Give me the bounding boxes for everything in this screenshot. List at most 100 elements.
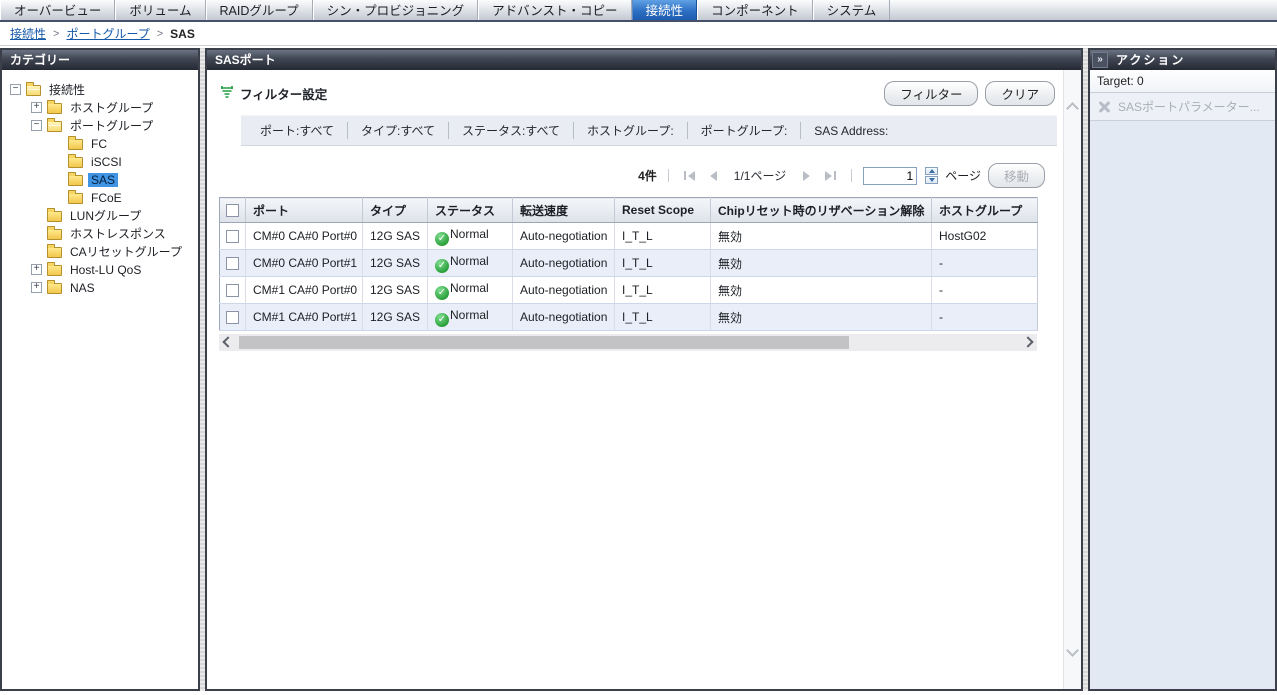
cell-speed: Auto-negotiation <box>513 277 615 304</box>
tab-system[interactable]: システム <box>813 0 891 20</box>
table-row[interactable]: CM#0 CA#0 Port#0 12G SAS Normal Auto-neg… <box>220 223 1038 250</box>
cell-status: Normal <box>428 223 513 250</box>
row-checkbox[interactable] <box>226 311 239 324</box>
spinner-up-icon[interactable] <box>925 167 938 175</box>
status-normal-icon <box>435 259 449 273</box>
next-page-button[interactable] <box>799 171 814 181</box>
column-header-host-group[interactable]: ホストグループ <box>932 198 1038 223</box>
tab-volume[interactable]: ボリューム <box>115 0 205 20</box>
scroll-right-icon[interactable] <box>1022 336 1033 347</box>
breadcrumb-port-group[interactable]: ポートグループ <box>66 25 149 42</box>
tab-thin-provisioning[interactable]: シン・プロビジョニング <box>313 0 479 20</box>
category-panel: カテゴリー 接続性 ホストグループ ポートグループ <box>0 48 200 691</box>
tree-item-fcoe[interactable]: FCoE <box>2 189 194 206</box>
collapse-minus-icon[interactable] <box>10 84 21 95</box>
tree-item-sas[interactable]: SAS <box>2 171 194 188</box>
spinner-down-icon[interactable] <box>925 176 938 184</box>
cell-chip-reset: 無効 <box>711 277 932 304</box>
table-header-row: ポート タイプ ステータス 転送速度 Reset Scope Chipリセット時… <box>220 198 1038 223</box>
tree-item-fc[interactable]: FC <box>2 135 194 152</box>
tab-raid-group[interactable]: RAIDグループ <box>206 0 313 20</box>
select-all-checkbox[interactable] <box>226 204 239 217</box>
column-header-chip-reset[interactable]: Chipリセット時のリザベーション解除 <box>711 198 932 223</box>
tree-item-lun-group[interactable]: LUNグループ <box>2 207 194 224</box>
scroll-up-icon[interactable] <box>1066 102 1079 115</box>
tree-item-port-group[interactable]: ポートグループ <box>2 117 194 134</box>
horizontal-scrollbar-thumb[interactable] <box>239 336 849 349</box>
tree-item-label: FC <box>88 137 110 151</box>
vertical-scrollbar[interactable] <box>1063 70 1081 689</box>
wrench-icon <box>1097 100 1111 114</box>
closed-folder-icon <box>68 175 83 186</box>
table-row[interactable]: CM#1 CA#0 Port#1 12G SAS Normal Auto-neg… <box>220 304 1038 331</box>
cell-type: 12G SAS <box>363 223 428 250</box>
tree-item-label: 接続性 <box>46 81 88 98</box>
collapse-minus-icon[interactable] <box>31 120 42 131</box>
pagination-bar: 4件 1/1ページ ページ 移動 <box>219 163 1045 188</box>
eternus-web-gui: オーバービュー ボリューム RAIDグループ シン・プロビジョニング アドバンス… <box>0 0 1277 695</box>
table-row[interactable]: CM#0 CA#0 Port#1 12G SAS Normal Auto-neg… <box>220 250 1038 277</box>
cell-port: CM#0 CA#0 Port#0 <box>246 223 363 250</box>
last-page-button[interactable] <box>821 171 840 181</box>
closed-folder-icon <box>47 211 62 222</box>
main-nav-tabbar: オーバービュー ボリューム RAIDグループ シン・プロビジョニング アドバンス… <box>0 0 1277 22</box>
category-panel-title: カテゴリー <box>2 50 198 70</box>
page-number-input[interactable] <box>863 167 917 185</box>
tree-item-host-response[interactable]: ホストレスポンス <box>2 225 194 242</box>
collapse-panel-button[interactable]: » <box>1092 52 1108 68</box>
tree-item-nas[interactable]: NAS <box>2 279 194 296</box>
cell-type: 12G SAS <box>363 250 428 277</box>
first-page-button[interactable] <box>680 171 699 181</box>
clear-button[interactable]: クリア <box>985 81 1055 106</box>
expand-plus-icon[interactable] <box>31 282 42 293</box>
tree-item-connectivity[interactable]: 接続性 <box>2 81 194 98</box>
column-header-speed[interactable]: 転送速度 <box>513 198 615 223</box>
cell-chip-reset: 無効 <box>711 250 932 277</box>
expand-plus-icon[interactable] <box>31 264 42 275</box>
tree-item-host-lu-qos[interactable]: Host-LU QoS <box>2 261 194 278</box>
tree-item-ca-reset-group[interactable]: CAリセットグループ <box>2 243 194 260</box>
tab-advanced-copy[interactable]: アドバンスト・コピー <box>478 0 631 20</box>
previous-page-button[interactable] <box>706 171 721 181</box>
tab-connectivity[interactable]: 接続性 <box>632 0 698 20</box>
cell-host-group: HostG02 <box>932 223 1038 250</box>
criteria-port-group: ポートグループ: <box>688 122 802 139</box>
cell-chip-reset: 無効 <box>711 223 932 250</box>
row-checkbox[interactable] <box>226 230 239 243</box>
column-header-status[interactable]: ステータス <box>428 198 513 223</box>
tree-item-host-group[interactable]: ホストグループ <box>2 99 194 116</box>
table-row[interactable]: CM#1 CA#0 Port#0 12G SAS Normal Auto-neg… <box>220 277 1038 304</box>
tree-item-iscsi[interactable]: iSCSI <box>2 153 194 170</box>
actions-panel: » アクション Target: 0 SASポートパラメーター... <box>1088 48 1277 691</box>
tree-item-label-selected: SAS <box>88 173 118 187</box>
tab-overview[interactable]: オーバービュー <box>0 0 115 20</box>
row-checkbox[interactable] <box>226 284 239 297</box>
cell-status: Normal <box>428 277 513 304</box>
page-label: ページ <box>945 167 981 184</box>
tree-item-label: NAS <box>67 281 98 295</box>
status-normal-icon <box>435 232 449 246</box>
record-count: 4件 <box>638 167 657 184</box>
workspace: カテゴリー 接続性 ホストグループ ポートグループ <box>0 48 1277 691</box>
tree-item-label: FCoE <box>88 191 125 205</box>
row-checkbox[interactable] <box>226 257 239 270</box>
filter-button[interactable]: フィルター <box>884 81 978 106</box>
scroll-left-icon[interactable] <box>222 336 233 347</box>
expand-plus-icon[interactable] <box>31 102 42 113</box>
filter-criteria-bar: ポート:すべて タイプ:すべて ステータス:すべて ホストグループ: ポートグル… <box>241 115 1057 146</box>
sas-port-panel: SASポート フィルター設定 フィルター クリア ポート:すべて タイプ <box>205 48 1083 691</box>
scroll-down-icon[interactable] <box>1066 644 1079 657</box>
criteria-status: ステータス:すべて <box>449 122 574 139</box>
page-info: 1/1ページ <box>728 167 792 184</box>
closed-folder-icon <box>47 247 62 258</box>
column-header-type[interactable]: タイプ <box>363 198 428 223</box>
tab-component[interactable]: コンポーネント <box>697 0 813 20</box>
filter-settings-title: フィルター設定 <box>240 84 327 103</box>
horizontal-scrollbar[interactable] <box>219 334 1037 351</box>
action-sas-port-parameters[interactable]: SASポートパラメーター... <box>1090 93 1275 121</box>
column-header-port[interactable]: ポート <box>246 198 363 223</box>
column-header-reset-scope[interactable]: Reset Scope <box>615 198 711 223</box>
breadcrumb-connectivity[interactable]: 接続性 <box>10 25 46 42</box>
go-button[interactable]: 移動 <box>988 163 1045 188</box>
tree-item-label: ホストレスポンス <box>67 225 169 242</box>
